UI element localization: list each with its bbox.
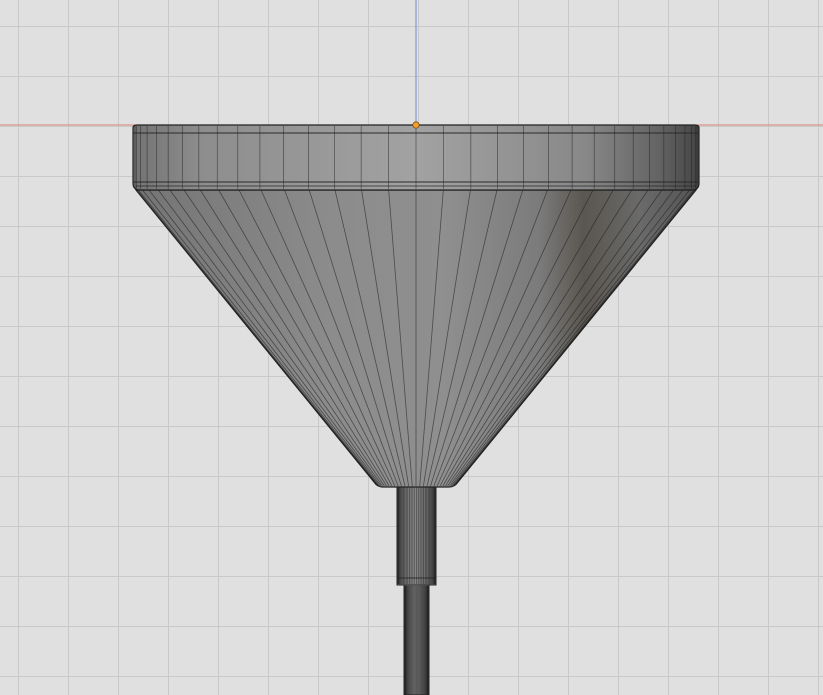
funnel-cone[interactable] <box>134 189 698 488</box>
funnel-neck[interactable] <box>396 485 437 586</box>
neck-edges <box>397 487 436 584</box>
funnel-model[interactable] <box>132 124 700 695</box>
3d-viewport[interactable] <box>0 0 823 695</box>
viewport-scene[interactable] <box>0 0 823 695</box>
spout-edges <box>404 586 429 695</box>
funnel-spout[interactable] <box>403 584 430 695</box>
funnel-rim[interactable] <box>132 124 700 191</box>
origin-point[interactable] <box>412 121 420 129</box>
